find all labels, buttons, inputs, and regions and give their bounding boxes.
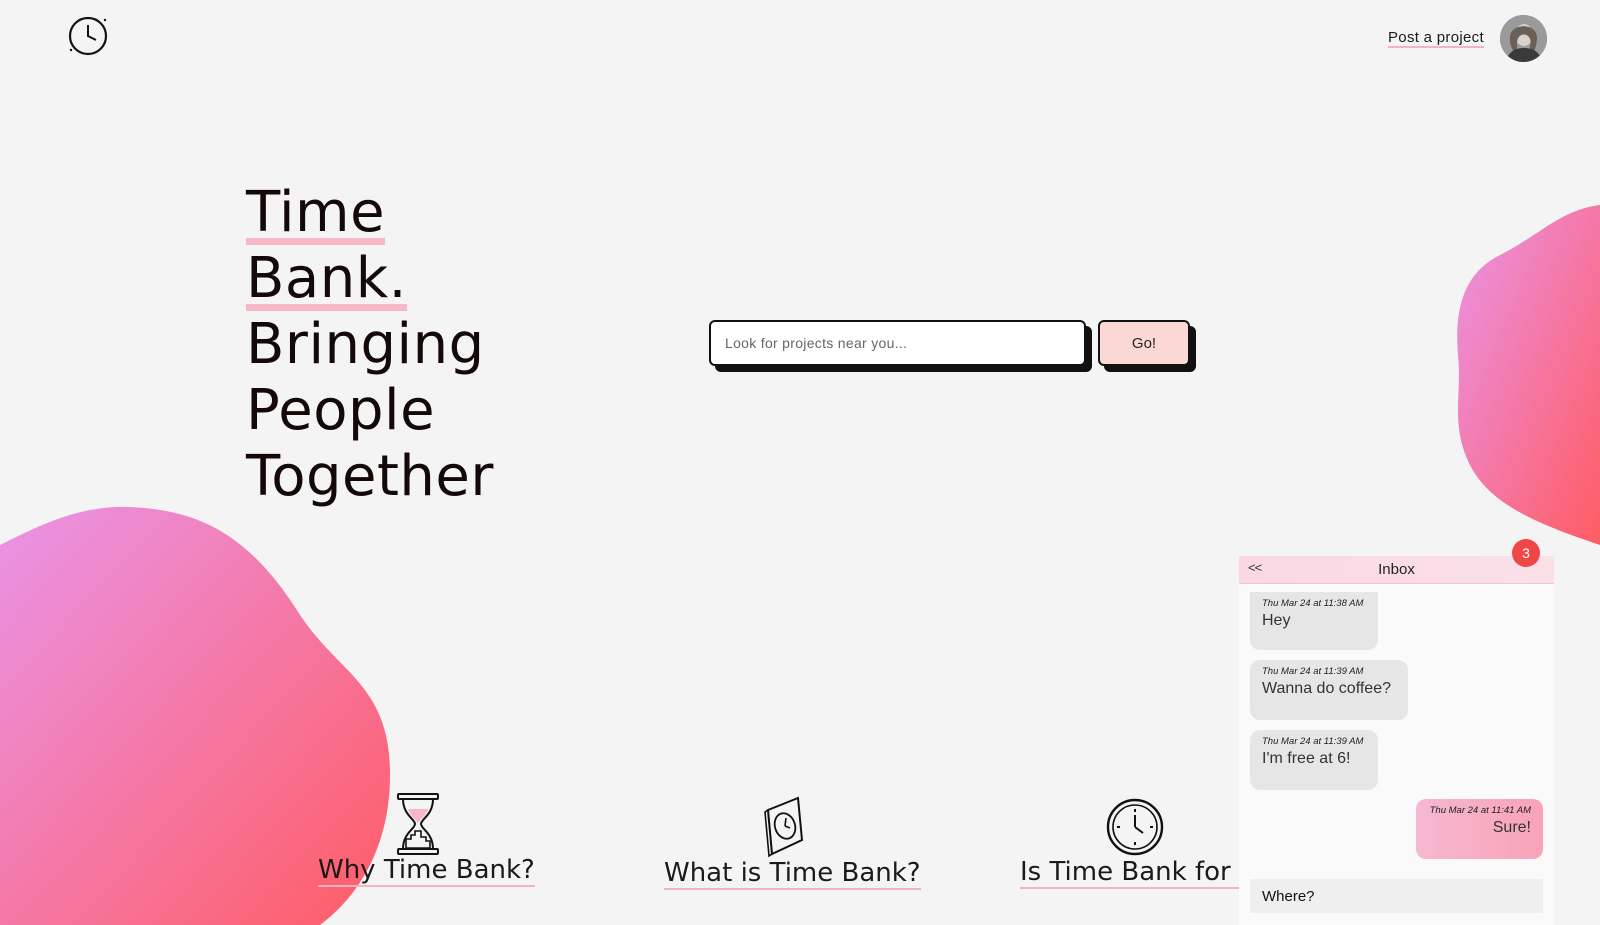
feature-for-you-label: Is Time Bank for you: [1020, 857, 1240, 889]
inbox-header: << Inbox: [1239, 556, 1554, 584]
feature-why[interactable]: Why Time Bank?: [318, 793, 535, 887]
wall-clock-icon: [764, 796, 804, 858]
message-time: Thu Mar 24 at 11:38 AM: [1262, 598, 1364, 609]
post-project-link[interactable]: Post a project: [1388, 29, 1484, 48]
search-input[interactable]: [709, 320, 1086, 366]
feature-what[interactable]: What is Time Bank?: [664, 796, 921, 890]
feature-for-you[interactable]: Is Time Bank for you: [1020, 797, 1240, 889]
message-time: Thu Mar 24 at 11:41 AM: [1429, 805, 1531, 816]
hero-line-bank: Bank.: [246, 246, 407, 311]
hero-line-people: People: [246, 378, 436, 443]
message-text: Wanna do coffee?: [1262, 680, 1391, 697]
blob-right-decoration: [1457, 205, 1600, 545]
message-text: Hey: [1262, 612, 1291, 629]
hourglass-icon: [397, 793, 439, 855]
hero-line-bringing: Bringing: [246, 312, 485, 377]
hero-heading: Time Bank. Bringing People Together: [246, 180, 494, 510]
reply-input[interactable]: [1250, 879, 1543, 913]
message-bubble: Thu Mar 24 at 11:39 AM Wanna do coffee?: [1250, 660, 1408, 720]
unread-count-badge: 3: [1512, 539, 1540, 567]
message-text: Sure!: [1492, 819, 1531, 836]
message-time: Thu Mar 24 at 11:39 AM: [1262, 666, 1364, 677]
message-bubble: Thu Mar 24 at 11:38 AM Hey: [1250, 592, 1378, 650]
inbox-title: Inbox: [1378, 561, 1415, 578]
message-bubble: Thu Mar 24 at 11:41 AM Sure!: [1416, 799, 1543, 859]
go-button[interactable]: Go!: [1098, 320, 1190, 366]
user-avatar[interactable]: [1500, 15, 1547, 62]
message-bubble: Thu Mar 24 at 11:39 AM I'm free at 6!: [1250, 730, 1378, 790]
feature-why-label: Why Time Bank?: [318, 855, 535, 887]
inbox-panel: << Inbox Thu Mar 24 at 11:38 AM Hey Thu …: [1239, 556, 1554, 925]
search-bar: [709, 320, 1086, 366]
feature-what-label: What is Time Bank?: [664, 858, 921, 890]
clock-logo-icon[interactable]: [66, 14, 110, 58]
clock-icon: [1106, 798, 1164, 856]
hero-line-time: Time: [246, 180, 386, 245]
message-time: Thu Mar 24 at 11:39 AM: [1262, 736, 1364, 747]
hero-line-together: Together: [246, 444, 494, 509]
message-text: I'm free at 6!: [1262, 750, 1351, 767]
